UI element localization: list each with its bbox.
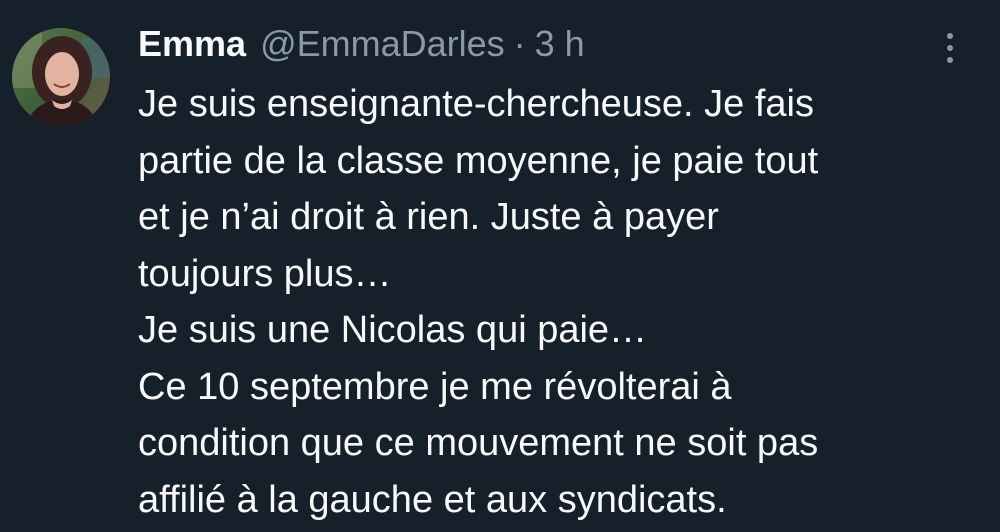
separator-dot: · bbox=[513, 23, 526, 64]
tweet-timestamp[interactable]: 3 h bbox=[535, 18, 585, 70]
tweet-text-line: affilié à la gauche et aux syndicats. bbox=[138, 478, 727, 521]
tweet-text-line: condition que ce mouvement ne soit pas bbox=[138, 422, 819, 464]
tweet-text-line: Ce 10 septembre je me révolterai à bbox=[138, 365, 732, 408]
tweet-text: Je suis enseignante-chercheuse. Je fais … bbox=[138, 76, 978, 528]
tweet-text-line: Je suis une Nicolas qui paie… bbox=[138, 309, 648, 351]
author-handle[interactable]: @EmmaDarles bbox=[260, 18, 505, 70]
tweet-text-line: toujours plus… bbox=[138, 252, 392, 295]
author-display-name[interactable]: Emma bbox=[138, 18, 246, 70]
more-dot bbox=[947, 45, 953, 51]
profile-photo bbox=[12, 28, 110, 126]
more-dot bbox=[947, 33, 953, 39]
more-vertical-icon[interactable] bbox=[934, 28, 966, 68]
tweet-text-line: et je n’ai droit à rien. Juste à payer bbox=[138, 196, 719, 238]
tweet: Emma @EmmaDarles · 3 h Je suis enseignan… bbox=[0, 0, 1000, 532]
tweet-header: Emma @EmmaDarles · 3 h bbox=[138, 18, 585, 70]
tweet-text-line: partie de la classe moyenne, je paie tou… bbox=[138, 139, 819, 182]
tweet-text-line: Je suis enseignante-chercheuse. Je fais bbox=[138, 83, 814, 125]
more-dot bbox=[947, 57, 953, 63]
avatar[interactable] bbox=[12, 28, 110, 126]
